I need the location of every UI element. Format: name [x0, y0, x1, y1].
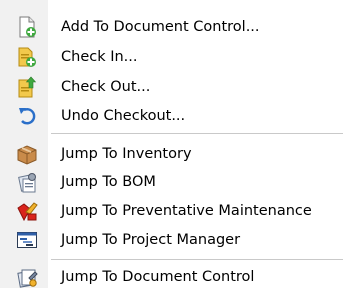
menu-item-undo-checkout[interactable]: Undo Checkout... — [0, 102, 340, 130]
inventory-box-icon — [15, 142, 39, 166]
menu-item-jump-to-inventory[interactable]: Jump To Inventory — [0, 140, 340, 168]
menu-item-jump-to-bom[interactable]: Jump To BOM — [0, 168, 340, 196]
menu-item-jump-to-preventative-maintenance[interactable]: Jump To Preventative Maintenance — [0, 197, 340, 225]
menu-item-label: Jump To Preventative Maintenance — [61, 203, 312, 219]
menu-item-jump-to-document-control[interactable]: Jump To Document Control — [0, 263, 340, 291]
menu-item-label: Undo Checkout... — [61, 108, 186, 124]
menu-item-label: Add To Document Control... — [61, 19, 260, 35]
check-out-icon — [15, 75, 39, 99]
menu-separator — [51, 259, 343, 260]
context-menu: Add To Document Control... Check In... C… — [0, 0, 345, 288]
menu-separator — [51, 133, 343, 134]
menu-item-jump-to-project-manager[interactable]: Jump To Project Manager — [0, 226, 340, 254]
menu-item-label: Jump To Document Control — [61, 269, 255, 285]
menu-item-add-to-document-control[interactable]: Add To Document Control... — [0, 13, 340, 41]
check-in-icon — [15, 45, 39, 69]
menu-item-label: Jump To BOM — [61, 174, 156, 190]
menu-item-label: Jump To Project Manager — [61, 232, 241, 248]
bom-icon — [15, 170, 39, 194]
undo-icon — [15, 104, 39, 128]
menu-item-label: Jump To Inventory — [61, 146, 192, 162]
add-document-icon — [15, 15, 39, 39]
menu-item-check-in[interactable]: Check In... — [0, 43, 340, 71]
menu-item-check-out[interactable]: Check Out... — [0, 73, 340, 101]
menu-item-label: Check In... — [61, 49, 138, 65]
menu-item-label: Check Out... — [61, 79, 151, 95]
document-control-icon — [15, 265, 39, 289]
project-manager-icon — [15, 228, 39, 252]
maintenance-icon — [15, 199, 39, 223]
